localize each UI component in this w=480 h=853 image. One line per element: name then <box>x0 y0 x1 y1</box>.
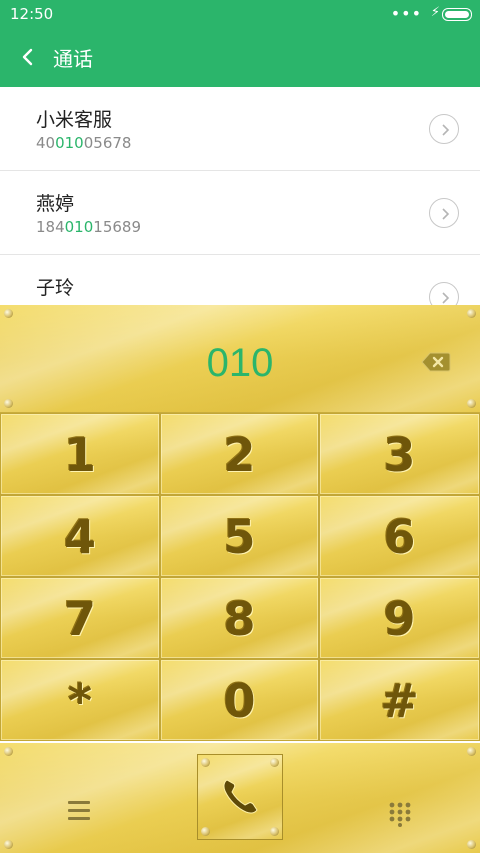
app-header: 通话 <box>0 30 480 87</box>
page-title: 通话 <box>53 47 93 71</box>
contact-number: 4001005678 <box>36 134 132 152</box>
key-1[interactable]: 1 <box>0 413 160 495</box>
menu-icon <box>68 801 90 804</box>
backspace-icon <box>421 352 451 372</box>
contact-item[interactable]: 燕婷 18401015689 <box>0 171 480 255</box>
dialpad-icon <box>389 802 411 827</box>
battery-icon <box>442 8 472 21</box>
dialer-display: 010 <box>0 305 480 413</box>
key-7[interactable]: 7 <box>0 577 160 659</box>
keypad: 1 2 3 4 5 6 7 8 9 * 0 # <box>0 413 480 743</box>
key-8[interactable]: 8 <box>160 577 319 659</box>
contact-name: 燕婷 <box>36 193 75 215</box>
key-2[interactable]: 2 <box>160 413 319 495</box>
dialpad-toggle-button[interactable] <box>388 801 412 827</box>
contact-item[interactable]: 小米客服 4001005678 <box>0 87 480 171</box>
contact-list: 小米客服 4001005678 燕婷 18401015689 子玲 <box>0 87 480 305</box>
contact-name: 小米客服 <box>36 109 113 131</box>
notification-dots-icon: ••• <box>390 4 422 23</box>
dialer-bottom-bar <box>0 743 480 853</box>
key-5[interactable]: 5 <box>160 495 319 577</box>
contact-item[interactable]: 子玲 <box>0 255 480 305</box>
dialed-number: 010 <box>206 341 274 385</box>
key-6[interactable]: 6 <box>319 495 480 577</box>
status-time: 12:50 <box>10 5 54 23</box>
chevron-right-icon <box>442 208 450 220</box>
menu-button[interactable] <box>68 801 92 821</box>
contact-detail-button[interactable] <box>429 282 459 305</box>
key-hash[interactable]: # <box>319 659 480 741</box>
back-button[interactable] <box>14 42 44 72</box>
call-button[interactable] <box>197 754 283 840</box>
key-star[interactable]: * <box>0 659 160 741</box>
key-0[interactable]: 0 <box>160 659 319 741</box>
key-3[interactable]: 3 <box>319 413 480 495</box>
chevron-right-icon <box>442 124 450 136</box>
key-9[interactable]: 9 <box>319 577 480 659</box>
phone-icon <box>223 779 258 814</box>
contact-name: 子玲 <box>36 277 75 299</box>
chevron-right-icon <box>442 292 450 304</box>
backspace-button[interactable] <box>421 350 451 374</box>
back-chevron-icon <box>22 48 33 66</box>
contact-detail-button[interactable] <box>429 114 459 144</box>
status-bar: 12:50 ••• ⚡ <box>0 0 480 30</box>
charging-icon: ⚡ <box>430 5 440 20</box>
contact-number: 18401015689 <box>36 218 141 236</box>
key-4[interactable]: 4 <box>0 495 160 577</box>
contact-detail-button[interactable] <box>429 198 459 228</box>
